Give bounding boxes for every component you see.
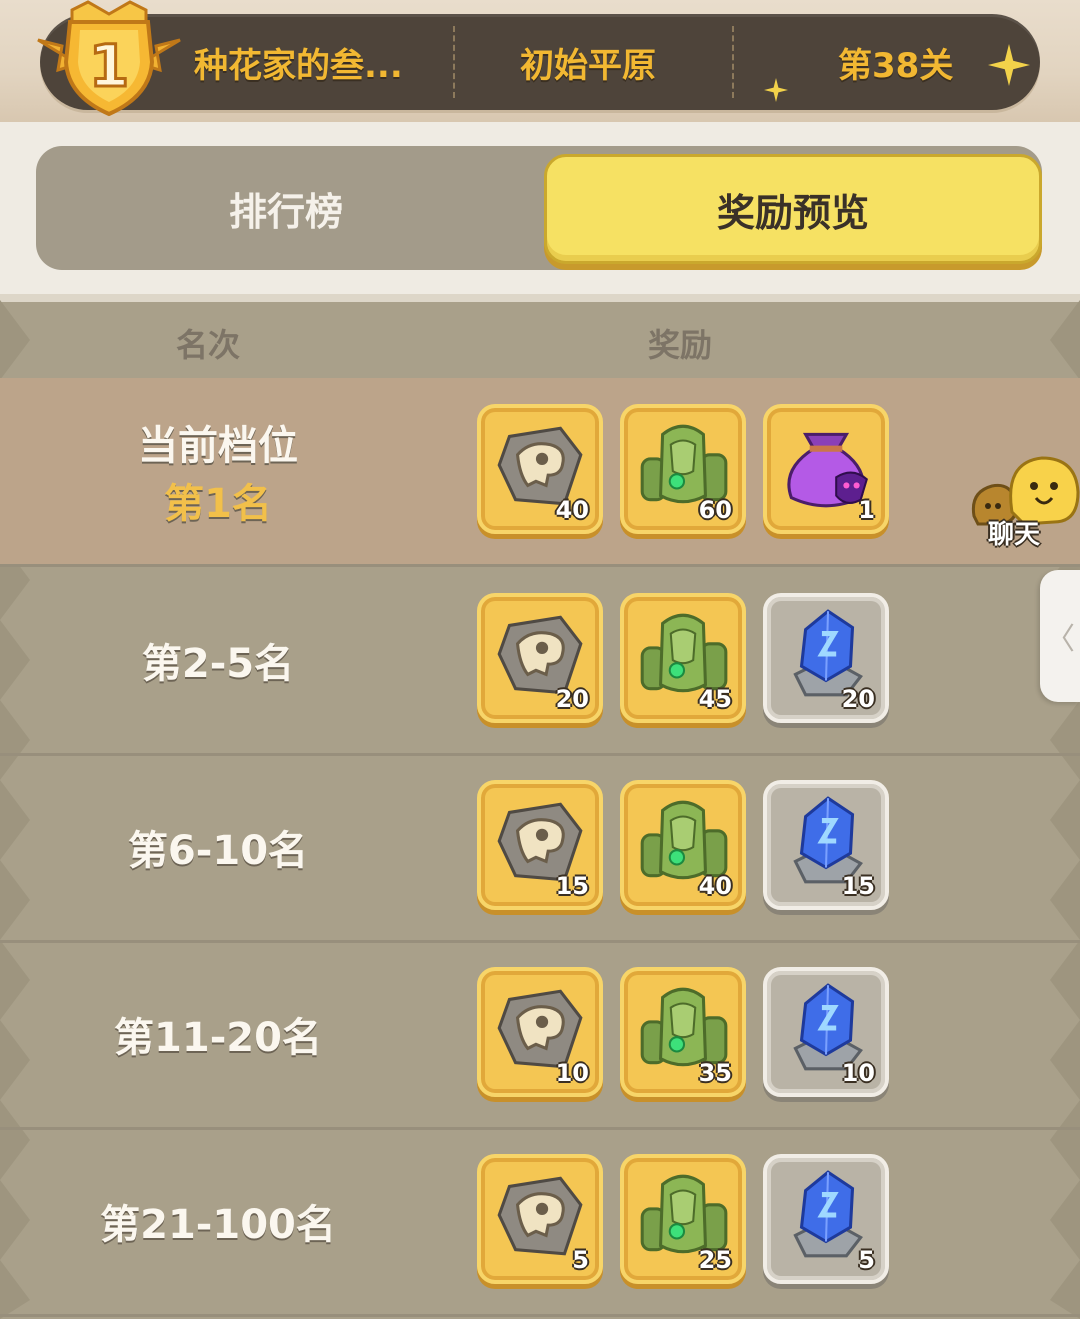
rank-title: 第6-10名 bbox=[127, 828, 309, 874]
reward-row: 第6-10名 15 40 15 bbox=[0, 754, 1080, 943]
rank-badge-icon: 1 bbox=[37, 0, 181, 117]
reward-blue-crystal[interactable]: 15 bbox=[763, 780, 889, 910]
reward-count: 40 bbox=[555, 496, 589, 524]
reward-count: 20 bbox=[841, 685, 875, 713]
region-name: 初始平原 bbox=[520, 46, 656, 86]
rank-title: 第21-100名 bbox=[100, 1202, 336, 1248]
tab-reward-preview[interactable]: 奖励预览 bbox=[544, 154, 1042, 264]
reward-count: 20 bbox=[555, 685, 589, 713]
reward-count: 5 bbox=[572, 1246, 589, 1274]
sparkle-icon bbox=[764, 78, 788, 102]
rank-subtitle: 第1名 bbox=[164, 481, 272, 527]
reward-list: 名次 奖励 当前档位 第1名 40 60 1 第2-5名 20 45 20 第6… bbox=[0, 300, 1080, 1319]
column-header-rank: 名次 bbox=[176, 326, 241, 364]
reward-row: 第21-100名 5 25 5 bbox=[0, 1128, 1080, 1317]
column-header-reward: 奖励 bbox=[648, 326, 713, 364]
reward-stone-golem[interactable]: 45 bbox=[620, 593, 746, 723]
reward-count: 5 bbox=[858, 1246, 875, 1274]
rank-label: 第11-20名 bbox=[30, 941, 406, 1127]
reward-stone-golem[interactable]: 25 bbox=[620, 1154, 746, 1284]
reward-row-current: 当前档位 第1名 40 60 1 bbox=[0, 378, 1080, 567]
divider bbox=[453, 26, 455, 98]
reward-count: 45 bbox=[698, 685, 732, 713]
rank-title: 第2-5名 bbox=[141, 641, 295, 687]
reward-count: 25 bbox=[698, 1246, 732, 1274]
reward-count: 1 bbox=[858, 496, 875, 524]
reward-row: 第11-20名 10 35 10 bbox=[0, 941, 1080, 1130]
reward-fossil[interactable]: 5 bbox=[477, 1154, 603, 1284]
player-name: 种花家的叁... bbox=[194, 46, 403, 86]
reward-treasure-bag[interactable]: 1 bbox=[763, 404, 889, 534]
rank-label: 当前档位 第1名 bbox=[30, 378, 406, 564]
tab-leaderboard[interactable]: 排行榜 bbox=[36, 146, 536, 270]
rank-label: 第6-10名 bbox=[30, 754, 406, 940]
sparkle-icon bbox=[988, 44, 1030, 86]
reward-row: 第2-5名 20 45 20 bbox=[0, 567, 1080, 756]
side-drawer-handle[interactable]: 〈 bbox=[1040, 570, 1080, 702]
level-label: 第38关 bbox=[838, 46, 954, 86]
reward-blue-crystal[interactable]: 10 bbox=[763, 967, 889, 1097]
reward-count: 40 bbox=[698, 872, 732, 900]
chat-label[interactable]: 聊天 bbox=[988, 514, 1040, 551]
reward-fossil[interactable]: 10 bbox=[477, 967, 603, 1097]
rank-title: 当前档位 bbox=[138, 423, 298, 469]
reward-stone-golem[interactable]: 40 bbox=[620, 780, 746, 910]
reward-count: 10 bbox=[555, 1059, 589, 1087]
rank-title: 第11-20名 bbox=[114, 1015, 322, 1061]
reward-blue-crystal[interactable]: 20 bbox=[763, 593, 889, 723]
rank-label: 第21-100名 bbox=[30, 1128, 406, 1314]
reward-count: 15 bbox=[841, 872, 875, 900]
reward-fossil[interactable]: 15 bbox=[477, 780, 603, 910]
divider bbox=[732, 26, 734, 98]
reward-stone-golem[interactable]: 60 bbox=[620, 404, 746, 534]
reward-fossil[interactable]: 40 bbox=[477, 404, 603, 534]
reward-stone-golem[interactable]: 35 bbox=[620, 967, 746, 1097]
reward-fossil[interactable]: 20 bbox=[477, 593, 603, 723]
reward-count: 15 bbox=[555, 872, 589, 900]
reward-blue-crystal[interactable]: 5 bbox=[763, 1154, 889, 1284]
rank-number: 1 bbox=[89, 32, 129, 100]
reward-count: 10 bbox=[841, 1059, 875, 1087]
reward-count: 35 bbox=[698, 1059, 732, 1087]
rank-label: 第2-5名 bbox=[30, 567, 406, 753]
reward-count: 60 bbox=[698, 496, 732, 524]
